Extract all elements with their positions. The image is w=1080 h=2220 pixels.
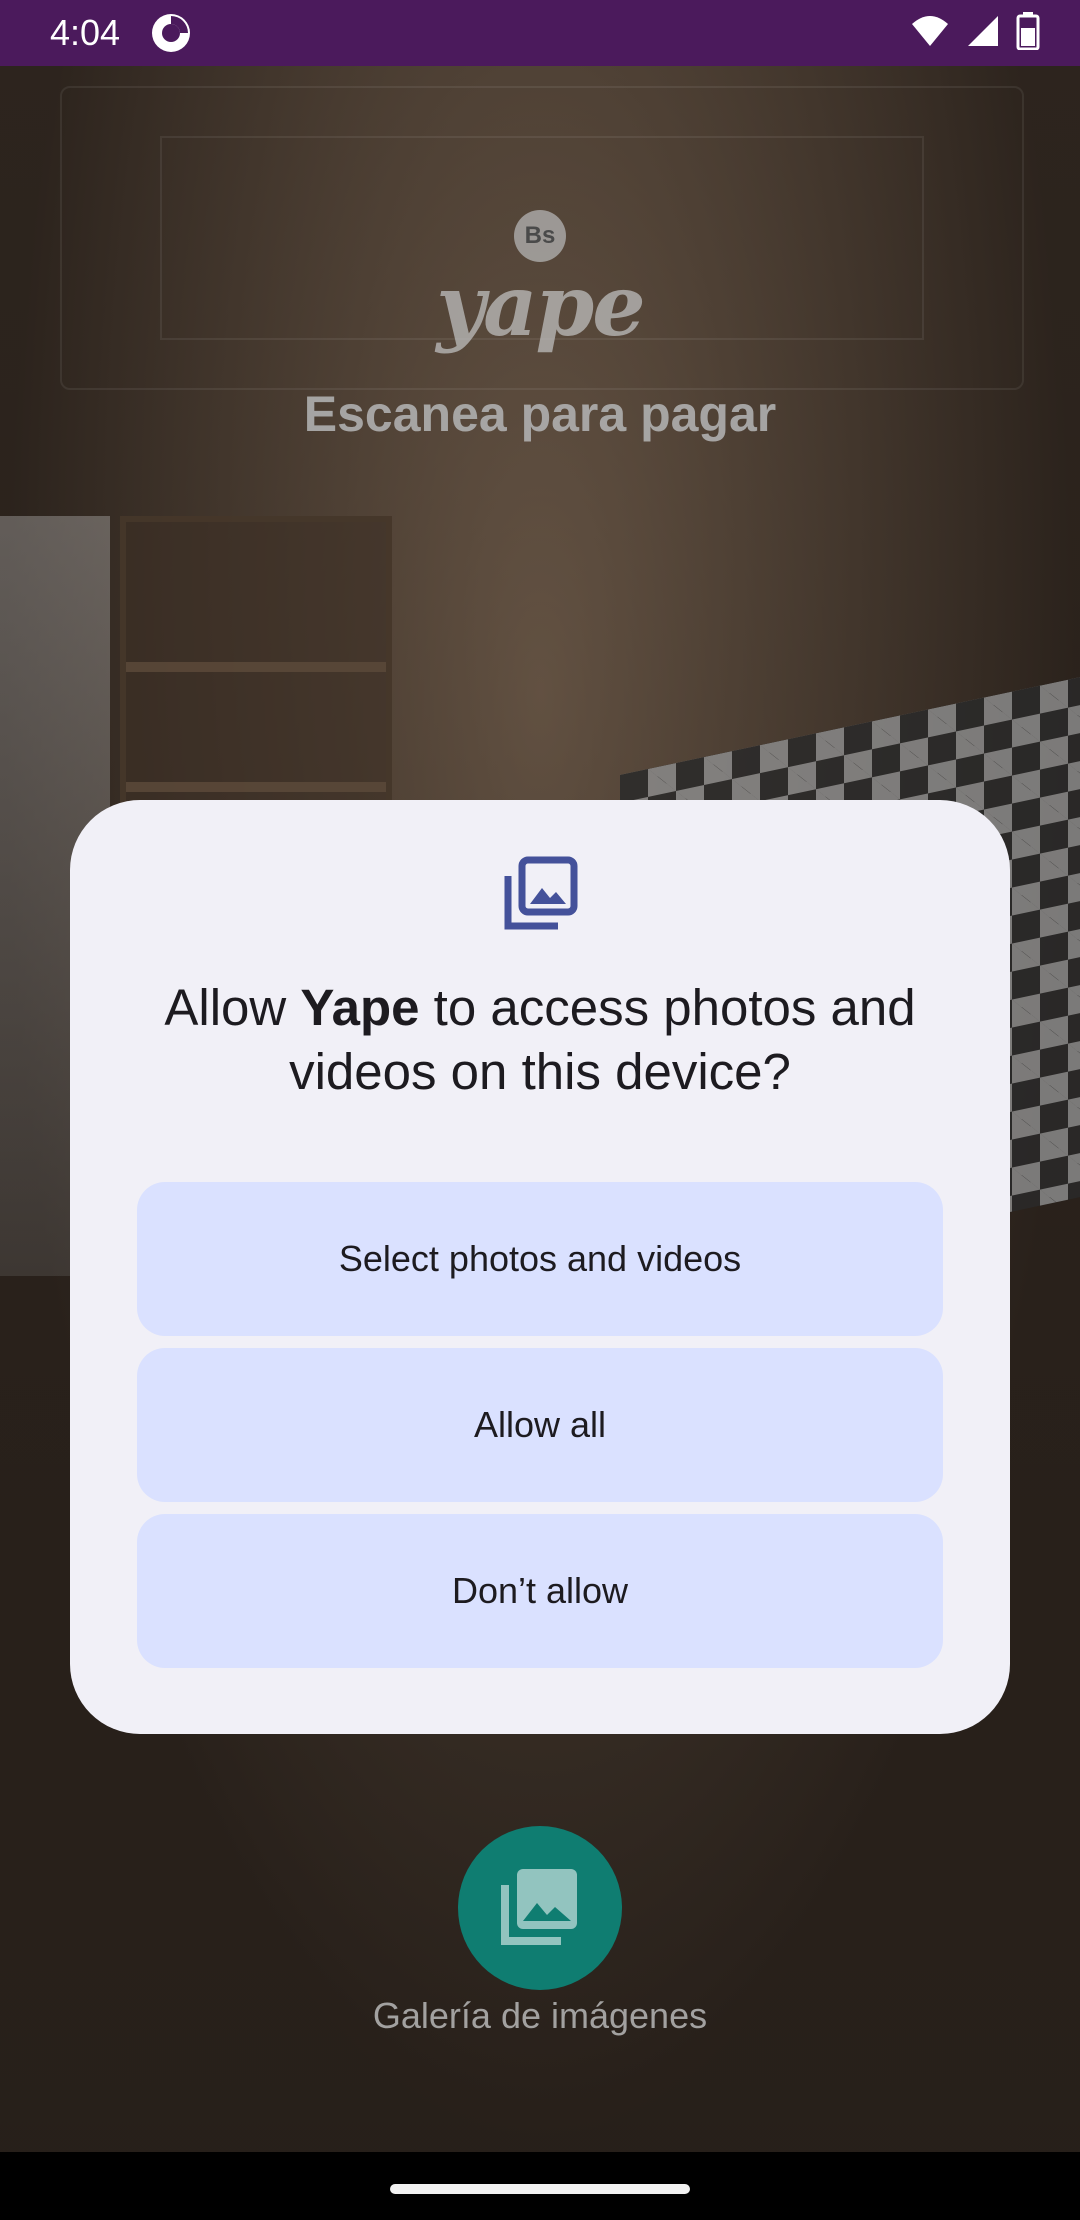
photo-library-icon xyxy=(502,856,578,932)
app-sync-icon xyxy=(150,12,192,54)
dialog-title: Allow Yape to access photos and videos o… xyxy=(110,976,970,1104)
photo-library-icon xyxy=(497,1863,583,1954)
permission-dialog: Allow Yape to access photos and videos o… xyxy=(70,800,1010,1734)
logo-badge: Bs xyxy=(514,210,566,262)
gallery-label: Galería de imágenes xyxy=(372,1995,708,2036)
logo-text: yape xyxy=(436,256,645,355)
status-icons xyxy=(910,11,1040,55)
dont-allow-button[interactable]: Don’t allow xyxy=(137,1514,943,1668)
signal-icon xyxy=(966,14,1000,53)
dialog-title-app: Yape xyxy=(300,979,420,1036)
gallery-button[interactable] xyxy=(458,1826,622,1990)
shelf-board xyxy=(126,782,386,792)
yape-logo: Bs yape xyxy=(0,210,1080,355)
battery-icon xyxy=(1016,11,1040,55)
wifi-icon xyxy=(910,14,950,53)
shelf-board xyxy=(126,662,386,672)
status-time: 4:04 xyxy=(50,12,121,53)
dialog-title-prefix: Allow xyxy=(164,979,301,1036)
status-bar: 4:04 xyxy=(0,0,1080,66)
allow-all-button[interactable]: Allow all xyxy=(137,1348,943,1502)
select-photos-button[interactable]: Select photos and videos xyxy=(137,1182,943,1336)
home-gesture-handle[interactable] xyxy=(390,2184,690,2194)
scan-title: Escanea para pagar xyxy=(303,386,777,442)
